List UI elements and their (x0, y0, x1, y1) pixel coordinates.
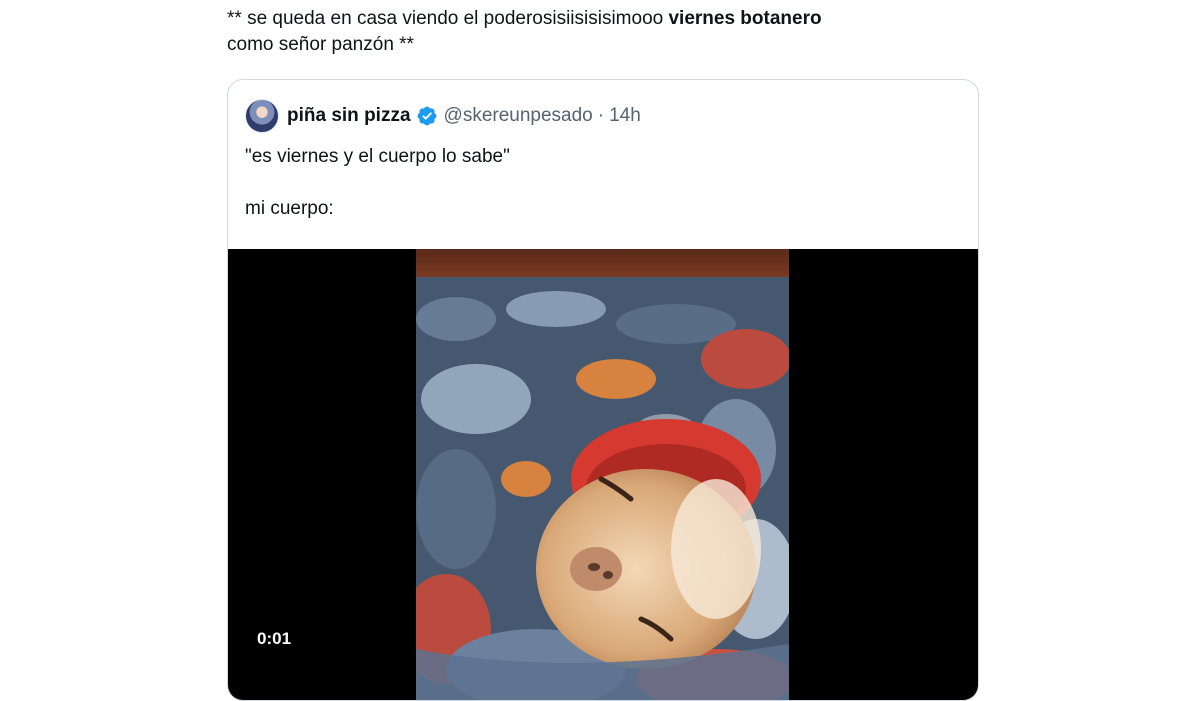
video-duration: 0:01 (257, 629, 292, 648)
timestamp[interactable]: 14h (609, 105, 641, 127)
display-name[interactable]: piña sin pizza (287, 105, 411, 127)
tweet-text: ** se queda en casa viendo el poderosisi… (227, 6, 987, 58)
quoted-tweet-text: "es viernes y el cuerpo lo sabe" mi cuer… (245, 146, 510, 219)
quoted-tweet-card[interactable]: piña sin pizza @skereunpesado · 14h "es … (227, 79, 979, 701)
separator-dot: · (597, 105, 605, 126)
video-thumbnail-image (416, 249, 789, 700)
video-player[interactable]: 0:01 (228, 249, 978, 700)
verified-badge-icon (417, 106, 436, 126)
video-frame[interactable] (416, 249, 789, 700)
tweet-text-bold: viernes botanero (668, 8, 822, 29)
avatar[interactable] (245, 99, 279, 133)
quoted-tweet-header: piña sin pizza @skereunpesado · 14h (245, 98, 641, 134)
tweet-text-part1: ** se queda en casa viendo el poderosisi… (227, 8, 669, 29)
handle[interactable]: @skereunpesado (444, 105, 593, 127)
tweet-text-part2: como señor panzón ** (227, 34, 414, 55)
